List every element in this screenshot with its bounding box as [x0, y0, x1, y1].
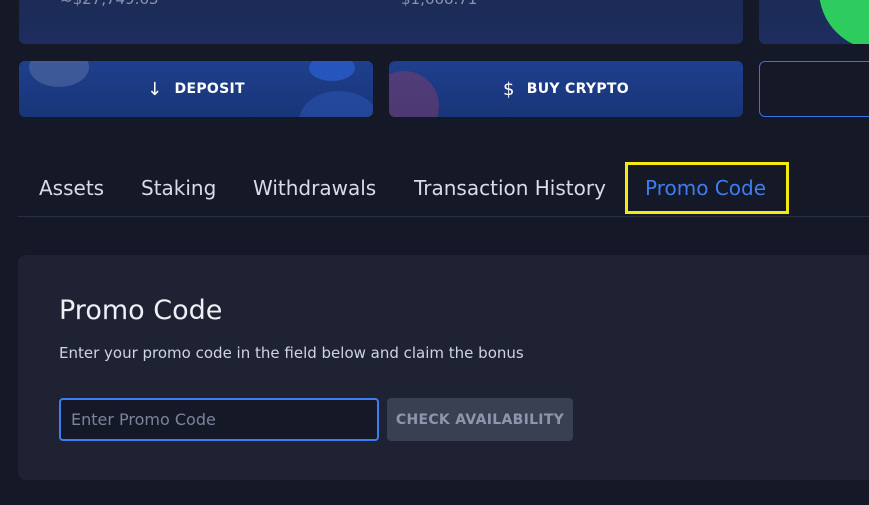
balance-secondary: $1,668.71: [401, 0, 477, 8]
balance-card-secondary: $1,668.71: [360, 0, 743, 44]
tab-assets[interactable]: Assets: [39, 162, 104, 212]
secondary-action-button[interactable]: [759, 61, 869, 117]
promo-subtitle: Enter your promo code in the field below…: [59, 344, 524, 362]
balance-card-third: [759, 0, 869, 44]
dollar-icon: $: [503, 78, 515, 100]
tab-withdrawals[interactable]: Withdrawals: [253, 162, 376, 212]
promo-title: Promo Code: [59, 295, 223, 326]
check-availability-button[interactable]: CHECK AVAILABILITY: [387, 398, 573, 441]
coin-decoration-icon: [299, 91, 373, 117]
buy-crypto-label: BUY CRYPTO: [526, 81, 629, 97]
balance-card-primary: ≈$27,749.63: [19, 0, 389, 44]
deposit-button[interactable]: ↓ DEPOSIT: [19, 61, 373, 117]
coin-decoration-icon: [29, 61, 89, 87]
buy-crypto-button[interactable]: $ BUY CRYPTO: [389, 61, 743, 117]
coin-decoration-icon: [309, 61, 355, 81]
card-decoration-icon: [389, 71, 439, 117]
status-circle-icon: [819, 0, 869, 44]
promo-code-input[interactable]: [59, 398, 379, 441]
deposit-label: DEPOSIT: [174, 81, 245, 97]
arrow-down-icon: ↓: [147, 78, 163, 100]
tab-staking[interactable]: Staking: [141, 162, 216, 212]
balance-primary: ≈$27,749.63: [60, 0, 158, 8]
promo-panel: Promo Code Enter your promo code in the …: [18, 255, 869, 480]
active-tab-highlight: [625, 162, 789, 214]
tab-transaction-history[interactable]: Transaction History: [414, 162, 606, 212]
